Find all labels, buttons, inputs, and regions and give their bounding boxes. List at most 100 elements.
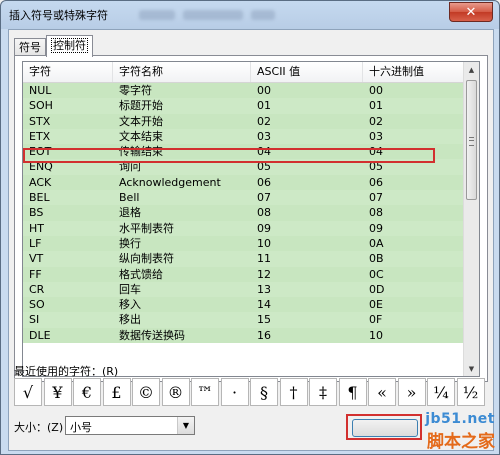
row-char: NUL <box>29 84 52 97</box>
table-row[interactable]: LF 换行 10 0A <box>23 235 464 252</box>
recent-symbol-button[interactable]: ½ <box>456 378 485 406</box>
row-char: EOT <box>29 145 52 159</box>
table-row[interactable]: FF 格式馈给 12 0C <box>23 266 464 282</box>
row-char: VT <box>29 252 44 266</box>
row-ascii: 14 <box>257 298 271 312</box>
row-name: 退格 <box>119 206 141 220</box>
column-header-ascii[interactable]: ASCII 值 <box>251 62 363 82</box>
recent-symbol-button[interactable]: « <box>368 378 396 406</box>
row-ascii: 10 <box>257 236 271 250</box>
row-name: 询问 <box>119 160 141 174</box>
row-name: Acknowledgement <box>119 175 221 189</box>
size-label: 大小：(Z) <box>14 421 64 434</box>
row-ascii: 16 <box>257 328 271 342</box>
recent-symbol-button[interactable]: · <box>220 378 249 406</box>
table-row[interactable]: DLE 数据传送换码 16 10 <box>23 327 464 344</box>
vertical-scrollbar[interactable]: ▲ ▼ <box>463 62 479 376</box>
row-char: ENQ <box>29 160 53 174</box>
recent-symbol-button[interactable]: £ <box>102 378 131 406</box>
recent-symbol-button[interactable]: © <box>132 378 160 406</box>
row-hex: 03 <box>369 129 383 143</box>
control-char-list[interactable]: 字符 字符名称 ASCII 值 十六进制值 NUL 零字符 00 00 SOH 标题开始 0… <box>22 61 480 377</box>
title-bar[interactable]: 插入符号或特殊字符 ✕ <box>1 1 499 29</box>
scrollbar-thumb[interactable] <box>466 80 477 200</box>
site-watermark: jb51.net 脚本之家 <box>425 411 495 452</box>
row-name: 格式馈给 <box>119 267 163 281</box>
table-row[interactable]: NUL 零字符 00 00 <box>23 83 464 99</box>
row-char: BEL <box>29 191 50 205</box>
grip-icon <box>469 137 474 146</box>
table-row[interactable]: CR 回车 13 0D <box>23 281 464 298</box>
row-char: SOH <box>29 99 53 113</box>
row-hex: 04 <box>369 145 383 159</box>
row-name: 水平制表符 <box>119 221 174 235</box>
row-hex: 0E <box>369 298 383 312</box>
row-hex: 0D <box>369 282 385 296</box>
table-row[interactable]: SOH 标题开始 01 01 <box>23 98 464 114</box>
window-title: 插入符号或特殊字符 <box>9 9 108 22</box>
size-select-value: 小号 <box>70 421 92 434</box>
row-ascii: 00 <box>257 84 271 97</box>
row-hex: 0F <box>369 313 383 327</box>
recent-chars-strip: √ ¥ € £ © ® ™ · § † ‡ ¶ «» ¼ ½ <box>14 378 486 408</box>
table-row[interactable]: ENQ 询问 05 05 <box>23 159 464 175</box>
close-icon: ✕ <box>465 4 477 20</box>
column-header-char[interactable]: 字符 <box>23 62 113 82</box>
table-row[interactable]: HT 水平制表符 09 09 <box>23 220 464 236</box>
recent-symbol-button[interactable]: € <box>73 378 101 406</box>
table-row[interactable]: SI 移出 15 0F <box>23 312 464 328</box>
arrow-down-icon[interactable]: ▼ <box>465 361 478 376</box>
recent-chars-label: 最近使用的字符：(R) <box>14 365 119 378</box>
close-button[interactable]: ✕ <box>449 2 493 22</box>
arrow-up-icon[interactable]: ▲ <box>465 62 478 77</box>
blurred-title-fragment <box>183 10 243 20</box>
table-row[interactable]: STX 文本开始 02 02 <box>23 113 464 129</box>
row-hex: 05 <box>369 160 383 174</box>
row-char: BS <box>29 206 44 220</box>
row-ascii: 12 <box>257 267 271 281</box>
insert-button[interactable] <box>352 419 418 437</box>
table-row[interactable]: BS 退格 08 08 <box>23 205 464 221</box>
row-name: 传输结束 <box>119 145 163 159</box>
tab-control-chars[interactable]: 控制符 <box>46 35 93 57</box>
table-row[interactable]: BEL Bell 07 07 <box>23 190 464 206</box>
row-hex: 00 <box>369 84 383 97</box>
table-row[interactable]: EOT 传输结束 04 04 <box>23 144 464 160</box>
tab-symbols[interactable]: 符号 <box>14 38 46 56</box>
row-ascii: 03 <box>257 129 271 143</box>
row-name: Bell <box>119 191 140 205</box>
recent-symbol-button[interactable]: † <box>279 378 308 406</box>
recent-symbol-button[interactable]: ¼ <box>427 378 455 406</box>
row-name: 换行 <box>119 236 141 250</box>
list-rows: NUL 零字符 00 00 SOH 标题开始 01 01 STX 文本开始 02 02 ETX 文本结束 0… <box>23 83 464 344</box>
recent-symbol-button[interactable]: ™ <box>191 378 219 406</box>
row-hex: 07 <box>369 191 383 205</box>
row-hex: 09 <box>369 221 383 235</box>
table-row[interactable]: SO 移入 14 0E <box>23 297 464 313</box>
row-name: 文本开始 <box>119 114 163 128</box>
recent-symbol-button[interactable]: ¥ <box>43 378 72 406</box>
insert-button-highlight <box>346 414 422 440</box>
row-char: DLE <box>29 328 51 342</box>
row-char: STX <box>29 114 51 128</box>
row-name: 标题开始 <box>119 99 163 113</box>
chevron-down-icon[interactable]: ▼ <box>177 417 194 434</box>
recent-symbol-button[interactable]: » <box>397 378 426 406</box>
row-char: LF <box>29 236 42 250</box>
table-row[interactable]: VT 纵向制表符 11 0B <box>23 251 464 267</box>
table-row[interactable]: ACK Acknowledgement 06 06 <box>23 174 464 191</box>
recent-symbol-button[interactable]: ® <box>161 378 190 406</box>
column-header-name[interactable]: 字符名称 <box>113 62 251 82</box>
table-row[interactable]: ETX 文本结束 03 03 <box>23 128 464 145</box>
tab-symbols-label: 符号 <box>19 41 41 54</box>
blurred-title-fragment <box>251 10 275 20</box>
recent-symbol-button[interactable]: √ <box>14 378 42 406</box>
recent-symbol-button[interactable]: ¶ <box>338 378 367 406</box>
list-header: 字符 字符名称 ASCII 值 十六进制值 <box>23 62 464 83</box>
row-ascii: 09 <box>257 221 271 235</box>
size-select[interactable]: 小号 ▼ <box>65 416 195 435</box>
column-header-hex[interactable]: 十六进制值 <box>363 62 464 82</box>
recent-symbol-button[interactable]: § <box>250 378 278 406</box>
row-char: ACK <box>29 175 52 189</box>
recent-symbol-button[interactable]: ‡ <box>309 378 337 406</box>
